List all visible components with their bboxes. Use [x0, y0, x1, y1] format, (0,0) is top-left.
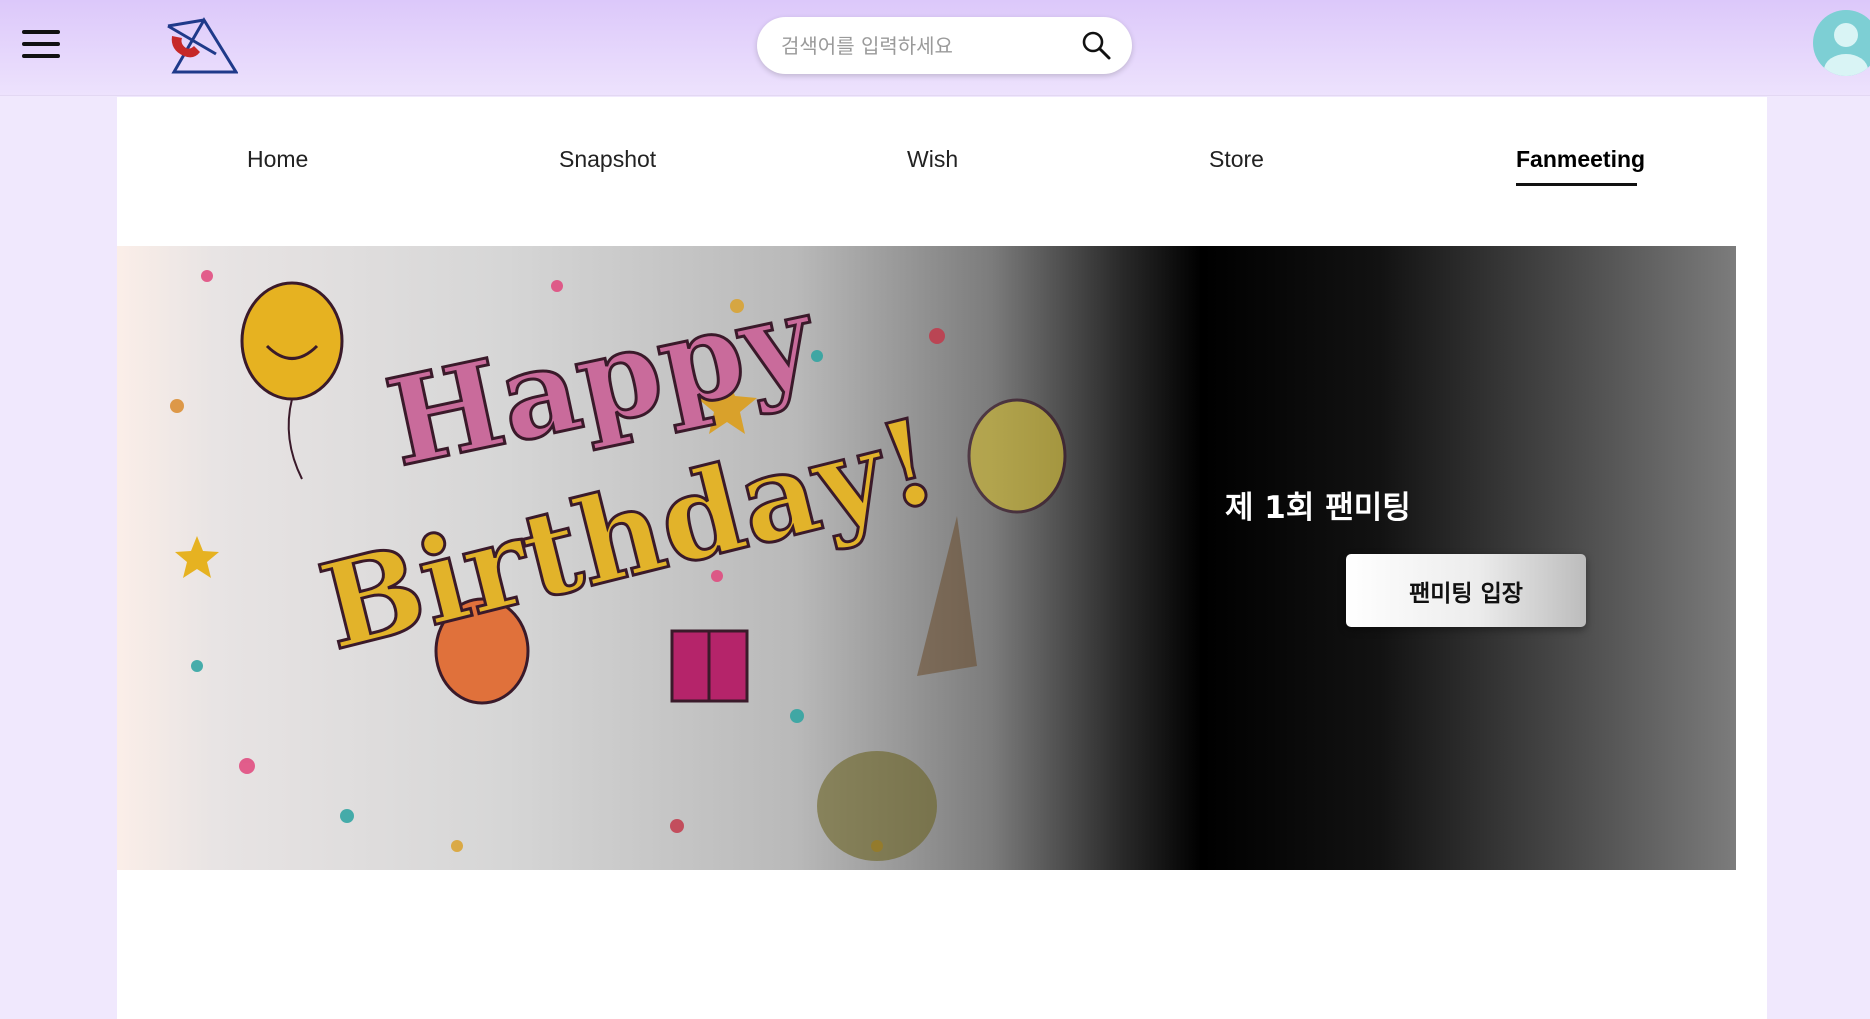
tab-fanmeeting[interactable]: Fanmeeting [1516, 146, 1645, 173]
search-input[interactable] [781, 31, 1071, 61]
top-header [0, 0, 1870, 96]
enter-fanmeeting-button[interactable]: 팬미팅 입장 [1346, 554, 1586, 627]
birthday-illustration: Happy Birthday! [170, 265, 1067, 861]
hamburger-line [22, 54, 60, 58]
hamburger-line [22, 42, 60, 46]
active-tab-underline [1516, 183, 1637, 186]
tab-store[interactable]: Store [1209, 146, 1264, 173]
fanmeeting-banner: Happy Birthday! 제 1회 팬미팅 팬미팅 입장 [117, 246, 1736, 870]
logo-icon[interactable] [166, 16, 238, 74]
user-avatar-icon[interactable] [1813, 10, 1870, 76]
banner-title: 제 1회 팬미팅 [1225, 490, 1411, 526]
tab-wish[interactable]: Wish [907, 146, 958, 173]
search-bar [757, 17, 1132, 74]
tab-snapshot[interactable]: Snapshot [559, 146, 656, 173]
tab-home[interactable]: Home [247, 146, 308, 173]
search-icon[interactable] [1080, 29, 1112, 61]
hamburger-menu-icon[interactable] [22, 30, 60, 58]
hamburger-line [22, 30, 60, 34]
